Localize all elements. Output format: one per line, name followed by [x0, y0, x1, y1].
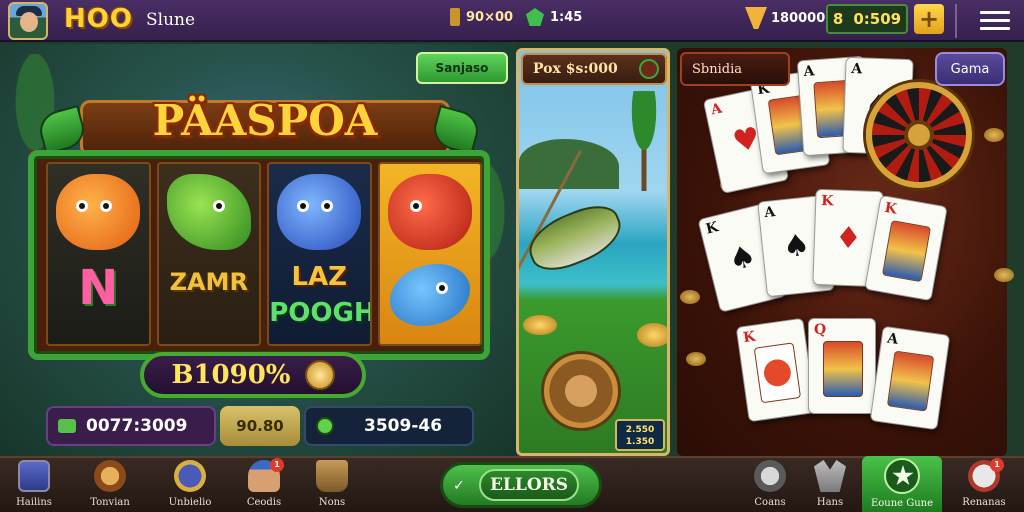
game-subtitle: Slune: [146, 10, 196, 30]
island-decoration: [519, 139, 619, 189]
fish-icon: [521, 196, 629, 280]
reel-2: ZAMR: [156, 162, 261, 346]
bet-button[interactable]: 90.80: [220, 406, 300, 446]
reel-3: LAZ POOGH: [267, 162, 372, 346]
blue-monster-symbol-icon: [277, 174, 362, 250]
reel-3-symbol-b: POOGH: [269, 298, 372, 328]
game-button[interactable]: Gama: [935, 52, 1005, 86]
green-fish-symbol-icon: [166, 174, 251, 250]
tablet-icon: [18, 460, 50, 492]
win-value: B1090%: [171, 360, 291, 390]
balance-digit: 8: [832, 10, 844, 28]
coin-stack-icon: [523, 315, 557, 335]
coin-icon: [686, 352, 706, 366]
slot-title: PÄASPOA: [152, 96, 378, 145]
fishing-mini-line2: 1.350: [625, 437, 655, 447]
slot-top-button[interactable]: Sanjaso: [416, 52, 508, 84]
skull-icon: 1: [968, 458, 1004, 492]
top-bar: HOO Slune 90×00 1:45 1800006 8 0:509 +: [0, 0, 1024, 42]
balance-value: 0:509: [853, 10, 902, 28]
orange-fish-symbol-icon: [56, 174, 141, 250]
coin-icon: [745, 7, 767, 29]
balance-box: 8 0:509: [826, 4, 908, 34]
ticket-value: 90×00: [466, 9, 514, 25]
notification-badge: 1: [270, 458, 284, 472]
playing-card[interactable]: A: [869, 325, 951, 431]
star-icon-wrap: [884, 458, 920, 494]
blue-fish-symbol-icon: [389, 264, 470, 326]
win-display: B1090%: [140, 352, 366, 398]
avatar[interactable]: [8, 2, 48, 40]
ticket-counter[interactable]: 90×00: [450, 8, 513, 26]
coin-value: 1800006: [771, 10, 835, 26]
nav-item-nons[interactable]: Nons: [302, 458, 362, 512]
avatar-face: [20, 12, 38, 32]
fishing-reel-icon: [541, 351, 621, 431]
coin-icon: [304, 360, 335, 390]
notification-badge: 1: [990, 458, 1004, 472]
nav-item-renanas[interactable]: 1 Renanas: [954, 458, 1014, 512]
fishing-mini-stats: 2.550 1.350: [615, 419, 665, 451]
coin-icon: [984, 128, 1004, 142]
add-currency-button[interactable]: +: [914, 4, 944, 34]
game-logo: HOO: [64, 4, 133, 34]
red-fish-symbol-icon: [387, 174, 472, 250]
playing-card[interactable]: K: [735, 317, 817, 423]
ticket-icon: [450, 8, 460, 26]
center-play-button[interactable]: ✓ ELLORS: [440, 462, 602, 508]
stat-credits-value: 0077:3009: [86, 416, 188, 436]
card-game-label: Sbnidia: [680, 52, 790, 86]
coin-stack-icon: [637, 323, 667, 347]
playing-card[interactable]: Q: [808, 318, 876, 414]
nav-item-ceodis[interactable]: 1 Ceodis: [234, 458, 294, 512]
goblin-icon: 1: [248, 458, 284, 492]
pin-icon: [754, 460, 786, 492]
reel-4: [377, 162, 482, 346]
gem-value: 1:45: [550, 9, 583, 25]
fishing-header-text: Pox $s:000: [533, 61, 618, 77]
cash-icon: [58, 419, 76, 433]
nav-item-unbielio[interactable]: Unbielio: [160, 458, 220, 512]
hamburger-menu-icon[interactable]: [980, 8, 1010, 32]
stat-credits: 0077:3009: [46, 406, 216, 446]
check-icon: ✓: [453, 478, 465, 494]
coin-icon: [680, 290, 700, 304]
coin-counter[interactable]: 1800006: [745, 7, 834, 29]
coin-icon: [994, 268, 1014, 282]
stat-total-value: 3509-46: [364, 416, 443, 436]
slot-reels[interactable]: N ZAMR LAZ POOGH: [46, 162, 482, 346]
nav-item-tonvian[interactable]: Tonvian: [80, 458, 140, 512]
clock-icon: [316, 417, 334, 435]
nav-item-hans[interactable]: Hans: [800, 458, 860, 512]
fishing-game-panel[interactable]: Pox $s:000 2.550 1.350: [516, 48, 670, 456]
reel-2-symbol: ZAMR: [169, 268, 248, 296]
reel-1-symbol: N: [78, 260, 119, 316]
nav-item-coans[interactable]: Coans: [740, 458, 800, 512]
lure-icon: [639, 59, 659, 79]
gem-icon: [526, 8, 544, 26]
glove-icon: [316, 460, 348, 492]
reel-3-symbol-a: LAZ: [291, 262, 348, 292]
nav-item-hailins[interactable]: Hailins: [4, 458, 64, 512]
nav-item-eoune-gune[interactable]: Eoune Gune: [862, 456, 942, 512]
roulette-wheel-icon: [866, 82, 972, 188]
tower-icon: [174, 460, 206, 492]
star-icon: [892, 465, 914, 486]
moose-icon: [814, 460, 846, 492]
center-button-label: ELLORS: [479, 469, 579, 501]
stat-total: 3509-46: [304, 406, 474, 446]
fishing-header: Pox $s:000: [521, 53, 667, 85]
fishing-mini-line1: 2.550: [625, 425, 655, 435]
scroll-icon: [94, 460, 126, 492]
header-divider: [955, 4, 957, 38]
palm-tree-decoration: [619, 91, 667, 191]
reel-1: N: [46, 162, 151, 346]
gem-counter[interactable]: 1:45: [526, 8, 582, 26]
